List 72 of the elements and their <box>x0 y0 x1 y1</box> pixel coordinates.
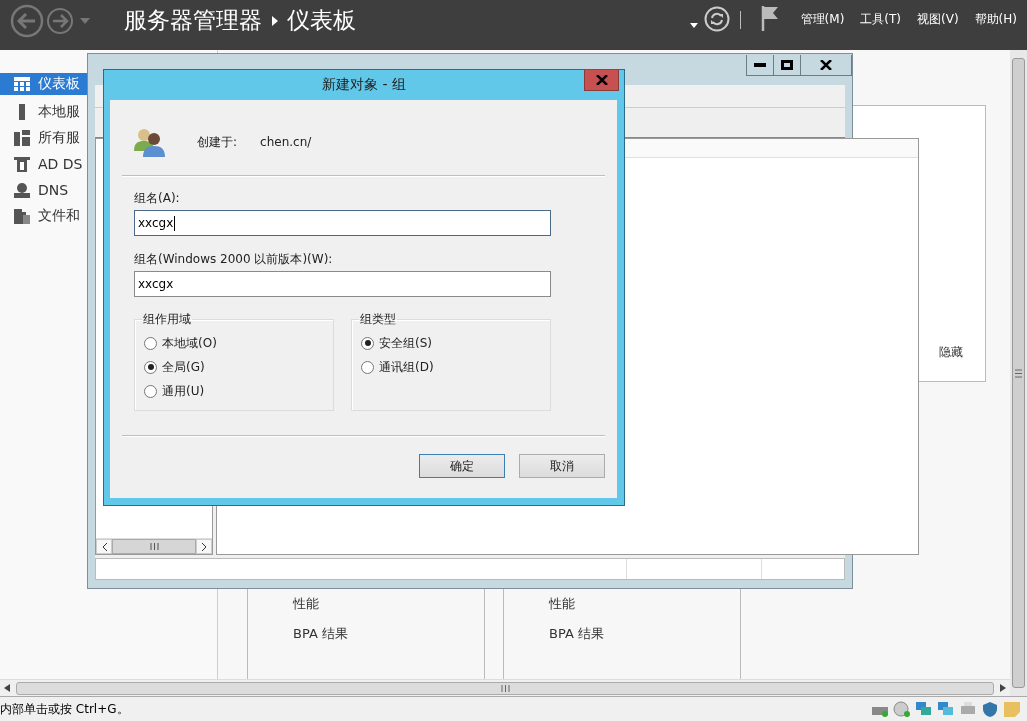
directory-icon <box>14 156 30 172</box>
vertical-scrollbar[interactable] <box>1010 50 1027 696</box>
created-in-value: chen.cn/ <box>260 135 312 149</box>
network-icon[interactable] <box>937 701 955 717</box>
group-title: 组类型 <box>359 311 397 328</box>
close-icon <box>820 60 832 70</box>
minimize-icon <box>754 63 766 67</box>
hide-link[interactable]: 隐藏 <box>939 344 963 361</box>
flag-icon[interactable] <box>760 5 779 31</box>
forward-icon[interactable] <box>46 7 74 35</box>
maximize-icon <box>781 60 793 70</box>
group-title: 组作用域 <box>142 311 192 328</box>
field-label: 组名(Windows 2000 以前版本)(W): <box>134 251 334 268</box>
sidebar-item[interactable]: 所有服 <box>0 125 87 151</box>
radio-option[interactable]: 通讯组(D) <box>361 355 550 379</box>
grid-icon <box>14 77 30 91</box>
dialog-button[interactable]: 取消 <box>519 454 605 478</box>
radio-button[interactable] <box>361 360 374 374</box>
printer-icon[interactable] <box>959 701 977 717</box>
status-text: 内部单击或按 Ctrl+G。 <box>0 700 129 718</box>
sidebar-item[interactable]: 本地服 <box>0 99 87 125</box>
menu-item[interactable]: 管理(M) <box>800 10 845 28</box>
horizontal-scrollbar[interactable] <box>0 679 1010 696</box>
disc-icon[interactable] <box>893 701 911 717</box>
breadcrumb-arrow-icon <box>272 16 278 26</box>
dialog-button[interactable]: 确定 <box>419 454 505 478</box>
page-title: 仪表板 <box>287 5 356 35</box>
radio-option[interactable]: 通用(U) <box>144 379 333 403</box>
radio-option[interactable]: 安全组(S) <box>361 331 550 355</box>
grip-icon <box>149 543 159 550</box>
radio-button[interactable] <box>144 384 157 398</box>
menu-item[interactable]: 帮助(H) <box>974 10 1017 28</box>
radio-button[interactable] <box>144 360 157 374</box>
grip-icon <box>1015 368 1022 378</box>
radio-button[interactable] <box>144 336 157 350</box>
chevron-left-icon <box>101 542 107 551</box>
dialog-title: 新建对象 - 组 <box>322 76 406 94</box>
group-icon <box>133 127 167 157</box>
input-field[interactable]: xxcgx <box>134 271 551 297</box>
tile-row[interactable]: 性能 <box>549 595 575 613</box>
radio-option[interactable]: 本地域(O) <box>144 331 333 355</box>
radio-button[interactable] <box>361 336 374 350</box>
shield-icon[interactable] <box>981 701 999 717</box>
arrow-left-icon[interactable] <box>4 684 10 692</box>
grip-icon <box>500 684 510 692</box>
input-field[interactable]: xxcgx <box>134 210 551 236</box>
sidebar-item[interactable]: DNS <box>0 177 87 203</box>
created-in-label: 创建于: <box>197 133 238 151</box>
menu-item[interactable]: 视图(V) <box>917 10 959 28</box>
tile-row[interactable]: BPA 结果 <box>549 625 604 643</box>
scroll-left-button[interactable] <box>96 539 112 554</box>
refresh-icon[interactable] <box>703 6 730 32</box>
scroll-thumb[interactable] <box>112 539 196 554</box>
network-icon[interactable] <box>915 701 933 717</box>
app-title: 服务器管理器 <box>124 5 262 35</box>
close-icon <box>595 75 608 85</box>
tile-row[interactable]: BPA 结果 <box>293 625 348 643</box>
chevron-right-icon <box>201 542 207 551</box>
field-label: 组名(A): <box>134 190 181 207</box>
sidebar-item[interactable]: AD DS <box>0 151 87 177</box>
tile-row[interactable]: 性能 <box>293 595 319 613</box>
scroll-right-button[interactable] <box>196 539 212 554</box>
dns-icon <box>14 182 30 198</box>
menu-item[interactable]: 工具(T) <box>860 10 902 28</box>
arrow-right-icon[interactable] <box>1000 684 1006 692</box>
folder-icon <box>14 208 30 224</box>
servers-icon <box>14 130 30 146</box>
back-icon[interactable] <box>10 4 44 38</box>
sidebar-item[interactable]: 仪表板 <box>0 73 87 95</box>
radio-option[interactable]: 全局(G) <box>144 355 333 379</box>
sidebar-item[interactable]: 文件和 <box>0 203 87 229</box>
caret-icon[interactable] <box>689 22 698 28</box>
